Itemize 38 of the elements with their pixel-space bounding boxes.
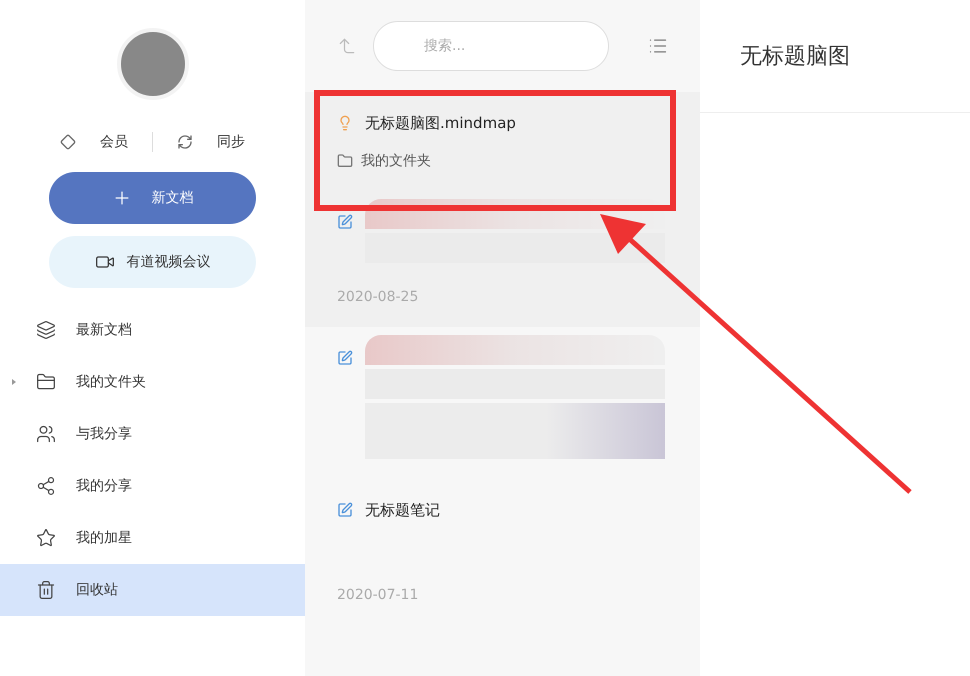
- video-meeting-button[interactable]: 有道视频会议: [49, 236, 256, 288]
- folder-icon: [337, 152, 353, 168]
- edit-note-icon: [337, 214, 353, 230]
- search-field[interactable]: 搜索...: [373, 21, 609, 71]
- nav-label: 与我分享: [76, 425, 132, 444]
- document-title: 无标题脑图.mindmap: [365, 113, 516, 134]
- expand-caret-icon[interactable]: [12, 379, 16, 385]
- new-document-button[interactable]: 新文档: [49, 172, 256, 224]
- folder-name: 我的文件夹: [361, 152, 431, 170]
- edit-note-icon: [337, 350, 353, 366]
- users-icon: [36, 424, 56, 444]
- up-folder-icon[interactable]: [337, 36, 357, 56]
- star-icon: [36, 528, 56, 548]
- nav-item[interactable]: 我的加星: [0, 512, 305, 564]
- edit-note-icon: [337, 502, 353, 518]
- nav-label: 我的加星: [76, 529, 132, 548]
- document-heading: 无标题脑图: [740, 42, 850, 70]
- nav-label: 最新文档: [76, 321, 132, 340]
- share-icon: [36, 476, 56, 496]
- nav-label: 我的分享: [76, 477, 132, 496]
- nav-item[interactable]: 我的分享: [0, 460, 305, 512]
- sync-icon: [177, 134, 193, 150]
- nav-item[interactable]: 我的文件夹: [0, 356, 305, 408]
- sync-link[interactable]: 同步: [217, 132, 245, 152]
- document-item[interactable]: 无标题脑图.mindmap 我的文件夹: [305, 92, 700, 190]
- folder-icon: [36, 372, 56, 392]
- nav-item[interactable]: 与我分享: [0, 408, 305, 460]
- nav-label: 我的文件夹: [76, 373, 146, 392]
- nav-item[interactable]: 最新文档: [0, 304, 305, 356]
- layers-icon: [36, 320, 56, 340]
- document-date: 2020-07-11: [337, 586, 420, 605]
- document-title: 无标题笔记: [365, 500, 440, 520]
- nav-item[interactable]: 回收站: [0, 564, 305, 616]
- document-date: 2020-08-25: [337, 288, 420, 306]
- trash-icon: [36, 580, 56, 600]
- nav-label: 回收站: [76, 581, 118, 600]
- member-link[interactable]: 会员: [100, 132, 128, 152]
- diamond-icon: [60, 134, 76, 150]
